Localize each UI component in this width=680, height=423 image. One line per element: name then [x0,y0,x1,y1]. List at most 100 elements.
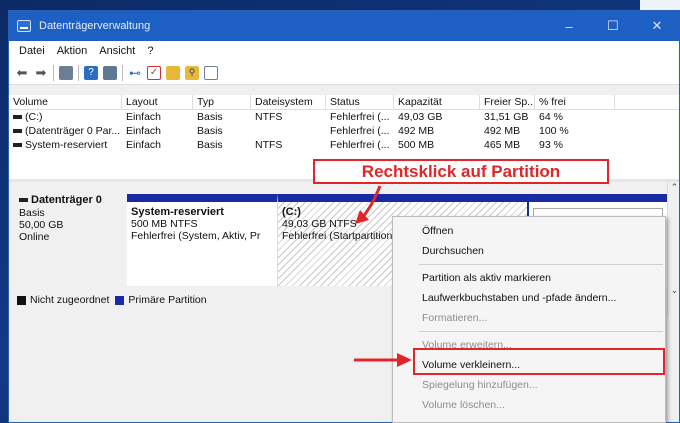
help-icon[interactable]: ? [84,65,98,80]
menu-item-oeffnen[interactable]: Öffnen [393,221,665,241]
legend-item-primary: Primäre Partition [115,294,207,306]
kapazitaet-cell: 500 MB [398,139,435,151]
partition-status: Fehlerfrei (System, Aktiv, Pr [131,230,261,242]
menu-separator [419,264,663,265]
toolbar-separator [78,64,79,81]
status-cell: Fehlerfrei (... [330,139,390,151]
column-header-typ[interactable]: Typ [193,94,251,110]
column-header-prozent-frei[interactable]: % frei [535,94,615,110]
freier-speicher-cell: 465 MB [484,139,521,151]
scroll-down-icon[interactable]: ⌄ [668,285,679,296]
typ-cell: Basis [197,139,223,151]
disk-state: Online [19,231,50,243]
volume-cell: (C:) [9,111,122,123]
kapazitaet-cell: 49,03 GB [398,111,443,123]
column-header-empty[interactable] [615,95,679,110]
prozent-frei-cell: 93 % [539,139,563,151]
scroll-up-icon[interactable]: ⌃ [668,182,679,193]
disk-type: Basis [19,207,45,219]
disk-name: Datenträger 0 [31,194,102,206]
prozent-frei-cell: 100 % [539,125,569,137]
context-menu: Öffnen Durchsuchen Partition als aktiv m… [392,216,666,423]
menu-separator [419,331,663,332]
toolbar-separator [53,64,54,81]
title-bar[interactable]: Datenträgerverwaltung – ☐ ✕ [9,11,679,41]
partition-size: 500 MB NTFS [131,218,198,230]
disk-name-row: Datenträger 0 [19,194,127,206]
column-header-status[interactable]: Status [326,94,394,110]
volume-icon [13,115,22,120]
volume-name: System-reserviert [25,139,108,151]
volume-name: (Datenträger 0 Par... [25,125,121,137]
typ-cell: Basis [197,125,223,137]
close-button[interactable]: ✕ [635,11,679,41]
menu-item-spiegelung-hinzufuegen: Spiegelung hinzufügen... [422,379,538,391]
column-header-kapazitaet[interactable]: Kapazität [394,94,480,110]
freier-speicher-cell: 492 MB [484,125,521,137]
volume-icon [13,143,22,148]
volume-name: (C:) [25,111,43,123]
disk-management-icon [17,20,31,32]
legend-item-unallocated: Nicht zugeordnet [17,294,109,306]
typ-cell: Basis [197,111,223,123]
menu-item-formatieren: Formatieren... [422,312,488,324]
search-icon[interactable]: ⚲ [185,65,199,80]
annotation-arrow-icon [354,353,412,367]
menu-item-durchsuchen[interactable]: Durchsuchen [393,241,665,261]
check-icon[interactable]: ✓ [147,65,161,80]
window-icon[interactable] [204,65,218,80]
legend: Nicht zugeordnet Primäre Partition [17,290,213,310]
menu-item-als-aktiv-markieren[interactable]: Partition als aktiv markieren [393,268,665,288]
menu-aktion[interactable]: Aktion [51,45,94,57]
toolbar-separator [122,64,123,81]
layout-cell: Einfach [126,139,162,151]
menu-ansicht[interactable]: Ansicht [93,45,141,57]
menu-datei[interactable]: Datei [13,45,51,57]
volume-cell: (Datenträger 0 Par... [9,125,122,137]
prozent-frei-cell: 64 % [539,111,563,123]
menu-item-laufwerkbuchstaben-aendern[interactable]: Laufwerkbuchstaben und -pfade ändern... [393,288,665,308]
partition-name: System-reserviert [131,206,224,218]
table-row[interactable]: (Datenträger 0 Par... Einfach Basis Fehl… [9,124,679,138]
column-header-dateisystem[interactable]: Dateisystem [251,94,326,110]
freier-speicher-cell: 31,51 GB [484,111,529,123]
partition-system-reserved[interactable]: System-reserviert 500 MB NTFS Fehlerfrei… [127,194,277,286]
legend-label: Nicht zugeordnet [30,294,110,306]
layout-cell: Einfach [126,125,162,137]
minimize-button[interactable]: – [547,11,591,41]
forward-arrow-icon[interactable]: ➡ [34,65,48,80]
layout-cell: Einfach [126,111,162,123]
volume-cell: System-reserviert [9,139,122,151]
status-cell: Fehlerfrei (... [330,111,390,123]
kapazitaet-cell: 492 MB [398,125,435,137]
table-row[interactable]: System-reserviert Einfach Basis NTFS Feh… [9,138,679,152]
column-header-volume[interactable]: Volume [9,94,122,110]
folder-icon[interactable] [166,65,180,80]
menu-help[interactable]: ? [141,45,159,57]
annotation-callout: Rechtsklick auf Partition [313,159,609,184]
vertical-scrollbar[interactable]: ⌃ ⌄ [667,182,679,316]
back-arrow-icon[interactable]: ⬅ [15,65,29,80]
grid-icon[interactable] [59,65,73,80]
status-cell: Fehlerfrei (... [330,125,390,137]
window-title: Datenträgerverwaltung [39,20,151,32]
column-header-layout[interactable]: Layout [122,94,193,110]
connect-icon[interactable]: ⊷ [128,66,142,80]
annotation-arrow-icon [355,185,382,224]
menu-item-volume-loeschen: Volume löschen... [422,399,505,411]
console-icon[interactable] [103,65,117,80]
disk-info[interactable]: Datenträger 0 Basis 50,00 GB Online [19,194,127,284]
legend-label: Primäre Partition [128,294,207,306]
maximize-button[interactable]: ☐ [591,11,635,41]
dateisystem-cell: NTFS [255,111,283,123]
annotation-highlight-box [413,348,665,375]
legend-swatch [115,295,125,305]
menu-bar: Datei Aktion Ansicht ? [9,41,679,61]
disk-size: 50,00 GB [19,219,64,231]
dateisystem-cell: NTFS [255,139,283,151]
column-header-freier-speicher[interactable]: Freier Sp... [480,94,535,110]
volume-list-header: Volume Layout Typ Dateisystem Status Kap… [9,94,679,110]
legend-swatch [17,295,26,305]
table-row[interactable]: (C:) Einfach Basis NTFS Fehlerfrei (... … [9,110,679,124]
disk-icon [19,198,28,203]
